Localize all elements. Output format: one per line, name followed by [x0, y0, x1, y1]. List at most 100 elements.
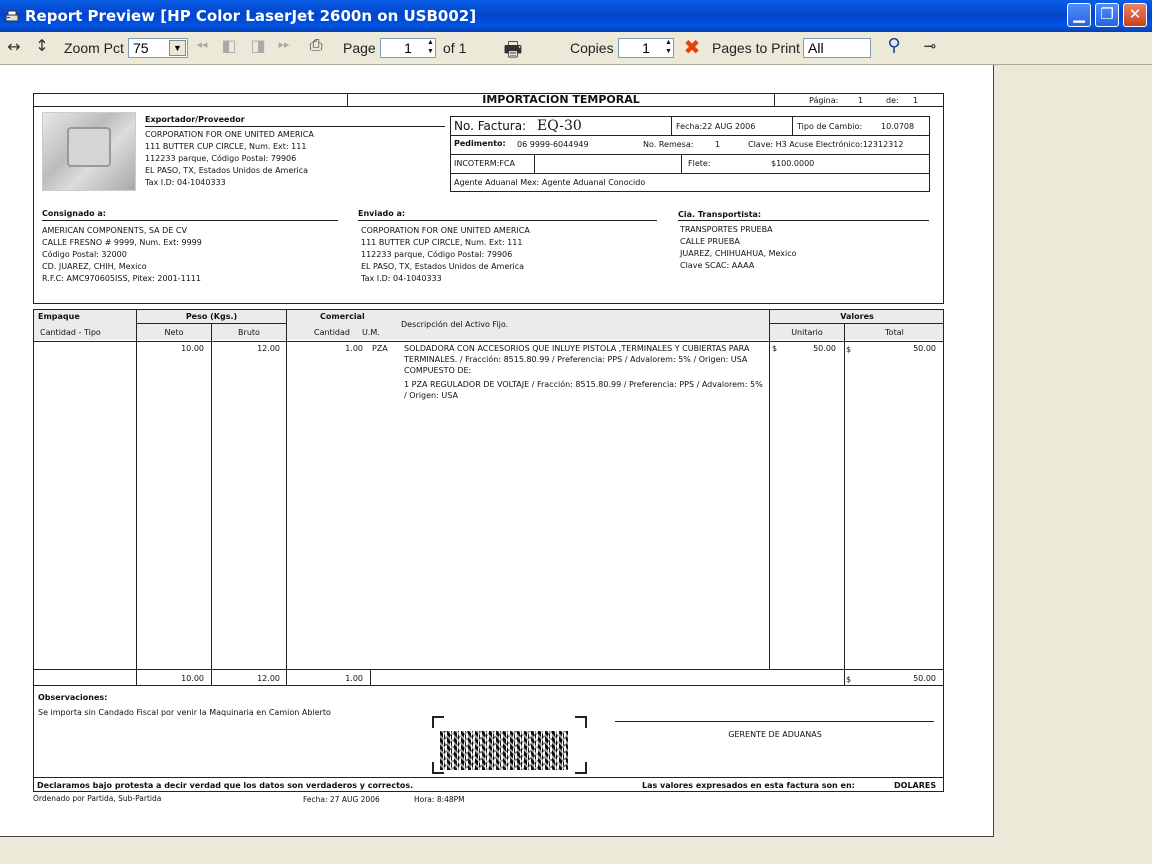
row-unitario: 50.00 — [813, 344, 836, 353]
row-total: 50.00 — [913, 344, 936, 353]
zoom-value: 75 — [133, 40, 149, 56]
pagina-label: Página: — [809, 96, 839, 105]
factura-label: No. Factura: — [454, 119, 527, 133]
page-label: Page — [343, 40, 376, 56]
title-bar: Report Preview [HP Color LaserJet 2600n … — [0, 0, 1152, 32]
row-um: PZA — [372, 344, 388, 353]
minimize-icon: ▁ — [1073, 5, 1085, 23]
col-total: Total — [885, 328, 904, 337]
fit-width-icon[interactable]: ↔ — [5, 37, 23, 56]
window-title: Report Preview [HP Color LaserJet 2600n … — [25, 7, 477, 25]
col-unitario: Unitario — [791, 328, 823, 337]
pagina-value: 1 — [858, 96, 864, 105]
tipo-cambio-value: 10.0708 — [881, 122, 915, 131]
address-line: CALLE PRUEBA — [680, 237, 740, 246]
address-line: 112233 parque, Código Postal: 79906 — [145, 154, 297, 163]
address-line: Clave SCAC: AAAA — [680, 261, 755, 270]
transportista-heading: Cia. Transportista: — [678, 210, 762, 219]
consignado-address: AMERICAN COMPONENTS, SA DE CV CALLE FRES… — [42, 225, 202, 284]
remesa-value: 1 — [715, 140, 721, 149]
close-icon: ✕ — [1128, 5, 1142, 23]
address-line: CORPORATION FOR ONE UNITED AMERICA — [361, 226, 530, 235]
address-line: TRANSPORTES PRUEBA — [680, 225, 773, 234]
pedimento-value: 06 9999-6044949 — [517, 140, 589, 149]
preview-area: IMPORTACION TEMPORAL Página: 1 de: 1 Exp… — [0, 65, 1152, 864]
incoterm: INCOTERM:FCA — [454, 159, 515, 168]
address-line: 112233 parque, Código Postal: 79906 — [361, 250, 513, 259]
address-line: Código Postal: 32000 — [42, 250, 127, 259]
page-value: 1 — [404, 40, 412, 56]
col-bruto: Bruto — [238, 328, 260, 337]
row-cantidad: 1.00 — [345, 344, 363, 353]
page-count: of 1 — [443, 40, 467, 56]
agente-aduanal: Agente Aduanal Mex: Agente Aduanal Conoc… — [454, 178, 646, 187]
page-spinner[interactable]: ▲ ▼ — [424, 38, 437, 58]
address-line: R.F.C: AMC970605ISS, Pitex: 2001-1111 — [42, 274, 201, 283]
total-cantidad: 1.00 — [345, 674, 363, 683]
flete-label: Flete: — [688, 159, 711, 168]
address-line: AMERICAN COMPONENTS, SA DE CV — [42, 226, 187, 235]
copies-spinner[interactable]: ▲ ▼ — [662, 38, 675, 58]
footer-hora: Hora: 8:48PM — [414, 795, 465, 804]
company-logo — [42, 112, 136, 191]
address-line: CD. JUAREZ, CHIH, Mexico — [42, 262, 147, 271]
footer-fecha: Fecha: 27 AUG 2006 — [303, 795, 380, 804]
address-line: CALLE FRESNO # 9999, Num. Ext: 9999 — [42, 238, 202, 247]
minimize-button[interactable]: ▁ — [1067, 3, 1091, 27]
printer-app-icon — [5, 10, 19, 22]
restore-icon: ❐ — [1100, 5, 1114, 23]
col-peso: Peso (Kgs.) — [185, 312, 238, 321]
transportista-address: TRANSPORTES PRUEBA CALLE PRUEBA JUAREZ, … — [680, 224, 797, 271]
restore-button[interactable]: ❐ — [1095, 3, 1119, 27]
cancel-icon[interactable]: ✖ — [682, 35, 702, 59]
observaciones-heading: Observaciones: — [38, 693, 108, 702]
de-value: 1 — [913, 96, 919, 105]
report-page: IMPORTACION TEMPORAL Página: 1 de: 1 Exp… — [0, 65, 994, 837]
total-currency: $ — [846, 675, 852, 684]
pedimento-label: Pedimento: — [454, 139, 506, 148]
clave-acuse: Clave: H3 Acuse Electrónico:12312312 — [748, 140, 904, 149]
first-page-icon[interactable]: ◂◂ — [195, 38, 209, 51]
flete-value: $100.0000 — [771, 159, 815, 168]
total-neto: 10.00 — [181, 674, 204, 683]
enviado-heading: Enviado a: — [358, 209, 406, 218]
footer-orden: Ordenado por Partida, Sub-Partida — [33, 794, 162, 803]
row-neto: 10.00 — [181, 344, 204, 353]
prev-page-icon[interactable]: ◧ — [219, 36, 239, 55]
description-text: SOLDADORA CON ACCESORIOS QUE INLUYE PIST… — [404, 344, 750, 364]
next-page-icon[interactable]: ◨ — [248, 36, 268, 55]
address-line: JUAREZ, CHIHUAHUA, Mexico — [680, 249, 797, 258]
address-line: EL PASO, TX, Estados Unidos de America — [361, 262, 525, 271]
total-value: 50.00 — [913, 674, 936, 683]
de-label: de: — [886, 96, 899, 105]
pin-icon[interactable]: ⊸ — [919, 37, 941, 55]
valores-expresados: Las valores expresados en esta factura s… — [642, 781, 855, 790]
col-cantidad-tipo: Cantidad - Tipo — [40, 328, 101, 337]
chevron-down-icon[interactable]: ▼ — [169, 40, 186, 56]
row-unit-currency: $ — [772, 344, 778, 353]
find-page-icon[interactable]: ⎙ — [305, 35, 327, 55]
report-title: IMPORTACION TEMPORAL — [482, 93, 640, 106]
col-descripcion: Descripción del Activo Fijo. — [401, 320, 509, 329]
address-line: Tax I.D: 04-1040333 — [361, 274, 442, 283]
binoculars-icon[interactable]: ⚲ — [882, 35, 906, 56]
last-page-icon[interactable]: ▸▸ — [277, 38, 291, 51]
total-bruto: 12.00 — [257, 674, 280, 683]
row-bruto: 12.00 — [257, 344, 280, 353]
exportador-address: CORPORATION FOR ONE UNITED AMERICA 111 B… — [145, 129, 314, 188]
row-total-currency: $ — [846, 345, 852, 354]
fit-height-icon[interactable]: ↕ — [33, 36, 51, 55]
pages-to-print-label: Pages to Print — [712, 40, 800, 56]
observaciones-text: Se importa sin Candado Fiscal por venir … — [38, 708, 331, 717]
pages-to-print-input[interactable]: All — [803, 38, 871, 58]
address-line: 111 BUTTER CUP CIRCLE, Num. Ext: 111 — [361, 238, 523, 247]
print-icon[interactable]: 🖶 — [500, 35, 526, 69]
toolbar: ↔ ↕ Zoom Pct 75 ▼ ◂◂ ◧ ◨ ▸▸ ⎙ Page 1 ▲ ▼ … — [0, 32, 1152, 65]
copies-value: 1 — [642, 40, 650, 56]
col-cantidad: Cantidad — [314, 328, 350, 337]
close-button[interactable]: ✕ — [1123, 3, 1147, 27]
row-description: SOLDADORA CON ACCESORIOS QUE INLUYE PIST… — [404, 343, 764, 401]
tipo-cambio-label: Tipo de Cambio: — [797, 122, 863, 131]
description-text: COMPUESTO DE: — [404, 366, 472, 375]
address-line: EL PASO, TX, Estados Unidos de America — [145, 166, 309, 175]
